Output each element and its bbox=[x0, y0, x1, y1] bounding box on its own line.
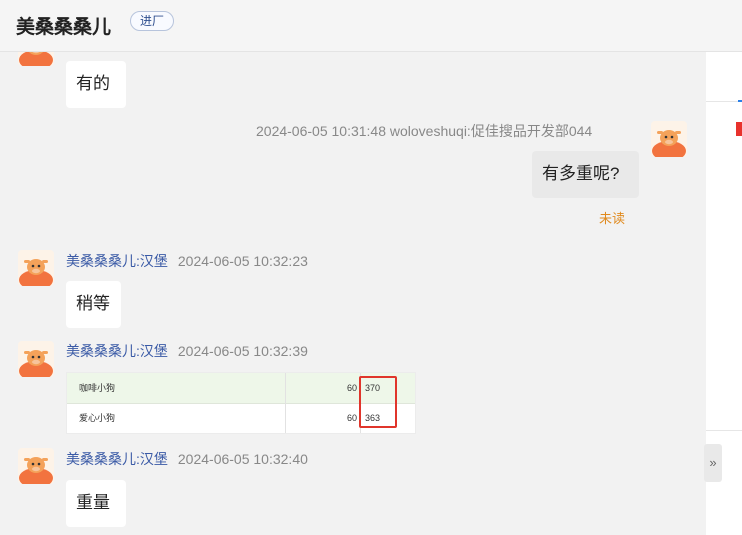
message-meta: 美桑桑桑儿:汉堡 2024-06-05 10:32:40 bbox=[66, 449, 308, 469]
expand-panel-button[interactable]: » bbox=[704, 444, 722, 482]
message-time: 2024-06-05 10:32:39 bbox=[177, 343, 308, 359]
tab-indicator bbox=[738, 100, 742, 102]
message-list[interactable]: 有的 2024-06-05 10:31:48 woloveshuqi:促佳搜品开… bbox=[0, 52, 706, 535]
sender-name[interactable]: 美桑桑桑儿:汉堡 bbox=[66, 343, 168, 359]
column-divider bbox=[285, 373, 286, 433]
status-badge[interactable]: 进厂 bbox=[130, 11, 175, 31]
double-chevron-right-icon: » bbox=[709, 455, 717, 470]
message-bubble[interactable]: 重量 bbox=[66, 480, 126, 527]
sender-name[interactable]: 美桑桑桑儿:汉堡 bbox=[66, 253, 168, 269]
message-meta: 美桑桑桑儿:汉堡 2024-06-05 10:32:23 bbox=[66, 251, 308, 271]
table-cell: 60 bbox=[346, 383, 357, 393]
message-time: 2024-06-05 10:32:23 bbox=[177, 253, 308, 269]
avatar[interactable] bbox=[18, 52, 54, 66]
avatar[interactable] bbox=[18, 250, 54, 286]
avatar[interactable] bbox=[18, 448, 54, 484]
message-bubble[interactable]: 有的 bbox=[66, 61, 126, 108]
red-tag-icon[interactable] bbox=[736, 122, 742, 136]
avatar[interactable] bbox=[18, 341, 54, 377]
image-message[interactable]: 咖啡小狗 60 370 爱心小狗 60 363 bbox=[66, 372, 416, 434]
message-meta: 2024-06-05 10:31:48 woloveshuqi:促佳搜品开发部0… bbox=[256, 123, 593, 139]
chat-title: 美桑桑桑儿 bbox=[16, 17, 112, 38]
message-bubble[interactable]: 有多重呢? bbox=[532, 151, 639, 198]
product-name: 咖啡小狗 bbox=[79, 383, 116, 393]
chat-header: 美桑桑桑儿 进厂 bbox=[0, 0, 742, 52]
message-time: 2024-06-05 10:32:40 bbox=[177, 451, 308, 467]
message-bubble[interactable]: 稍等 bbox=[66, 281, 121, 328]
sender-name[interactable]: 美桑桑桑儿:汉堡 bbox=[66, 451, 168, 467]
highlight-box bbox=[359, 376, 397, 428]
divider bbox=[706, 101, 742, 102]
table-cell: 60 bbox=[346, 413, 357, 423]
product-name: 爱心小狗 bbox=[79, 413, 116, 423]
avatar[interactable] bbox=[651, 121, 687, 157]
divider bbox=[706, 430, 742, 431]
unread-status: 未读 bbox=[599, 211, 626, 226]
message-meta: 美桑桑桑儿:汉堡 2024-06-05 10:32:39 bbox=[66, 341, 308, 361]
